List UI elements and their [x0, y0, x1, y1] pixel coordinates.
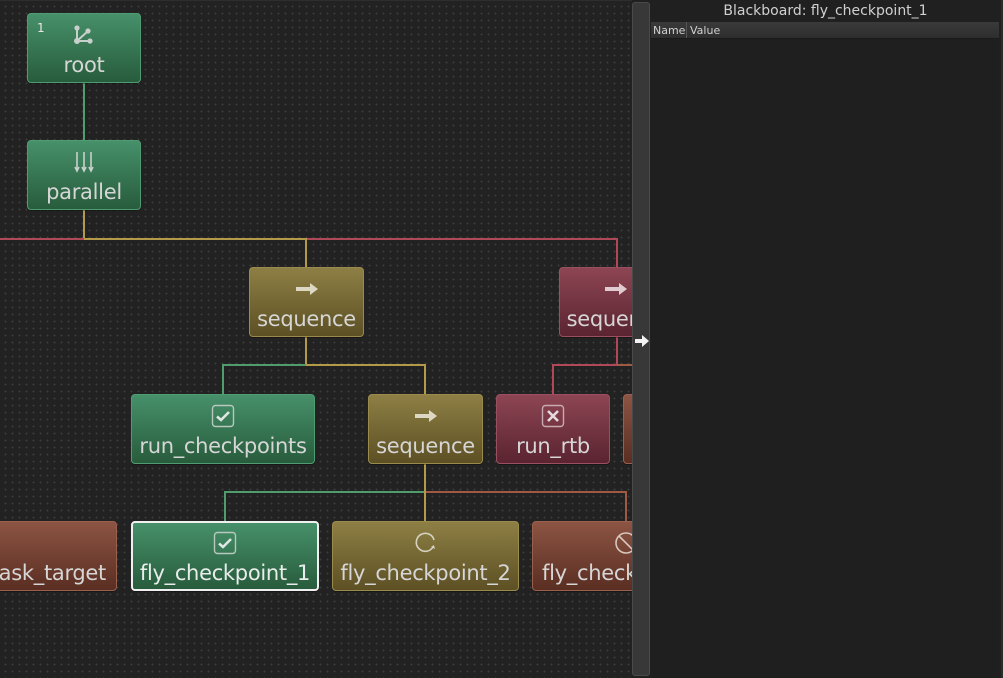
node-label: sequence: [257, 307, 356, 331]
prohibited-icon: [614, 532, 632, 554]
wire-parallel-seq1: [84, 238, 307, 240]
wire-parallel-seq2: [307, 238, 618, 240]
wire-seq2-partial: [617, 364, 632, 366]
node-fly-checkpoint-2[interactable]: fly_checkpoint_2: [332, 521, 519, 591]
parallel-arrows-icon: [74, 152, 94, 173]
wire-seq2-runrtb: [552, 364, 618, 366]
node-index-badge: 1: [37, 21, 45, 35]
node-run-checkpoints[interactable]: run_checkpoints: [131, 394, 315, 464]
checkbox-checked-icon: [211, 404, 235, 428]
wire-runrtb-up: [552, 364, 554, 394]
node-run-rtb[interactable]: run_rtb: [496, 394, 610, 464]
checkbox-checked-icon: [213, 531, 237, 555]
node-root[interactable]: 1 root: [27, 13, 141, 83]
column-header-name[interactable]: Name: [651, 22, 687, 38]
wire-seq3-down: [424, 464, 426, 493]
node-label: run_checkpoints: [139, 434, 307, 458]
arrow-right-icon: [295, 283, 318, 295]
node-label: run_rtb: [516, 434, 590, 458]
wire-fly2-up: [424, 491, 426, 521]
panel-splitter[interactable]: [632, 2, 650, 676]
wire-seq3-fly3: [425, 491, 627, 493]
node-sequence[interactable]: sequence: [559, 267, 632, 337]
behavior-tree-canvas[interactable]: 1 root parallel sequence seque run_check…: [0, 0, 632, 678]
wire-seq1-up: [305, 238, 307, 267]
table-header: Name Value: [651, 22, 999, 39]
wire-fly3-up: [625, 491, 627, 521]
wire-runcp-up: [222, 364, 224, 394]
table-body: [651, 39, 999, 678]
blackboard-panel: Blackboard: fly_checkpoint_1 Name Value: [650, 0, 1003, 678]
wire-parallel-down: [83, 210, 85, 240]
wire-seq3-fly1: [224, 491, 426, 493]
arrow-right-icon: [605, 283, 627, 295]
node-parallel[interactable]: parallel: [27, 140, 141, 210]
node-fly-checkpoint-1[interactable]: fly_checkpoint_1: [131, 521, 319, 591]
wire-seq3-up: [424, 364, 426, 394]
node-sequence[interactable]: sequence: [249, 267, 364, 337]
node-fly-checkpoint-3[interactable]: fly_check: [532, 521, 632, 591]
panel-title: Blackboard: fly_checkpoint_1: [723, 3, 928, 19]
wire-fly1-up: [224, 491, 226, 521]
column-header-value[interactable]: Value: [687, 22, 999, 38]
node-label: root: [63, 53, 105, 77]
node-label: fly_checkpoint_1: [139, 561, 311, 585]
wire-seq1-runcp: [222, 364, 307, 366]
checkbox-x-icon: [541, 404, 565, 428]
node-partial[interactable]: [623, 394, 632, 464]
arrow-right-icon[interactable]: [634, 333, 650, 349]
wire-seq2-up: [616, 238, 618, 267]
node-label: fly_check: [542, 561, 632, 585]
node-task-target[interactable]: task_target: [0, 521, 117, 591]
node-label: sequence: [566, 307, 632, 331]
node-label: fly_checkpoint_2: [340, 561, 511, 585]
root-icon: [74, 25, 93, 44]
running-circle-icon: [415, 532, 435, 553]
arrow-right-icon: [414, 410, 437, 422]
node-sequence[interactable]: sequence: [368, 394, 483, 464]
blackboard-table[interactable]: Name Value: [651, 22, 999, 678]
node-label: parallel: [46, 180, 122, 204]
node-label: task_target: [0, 561, 106, 585]
wire-seq1-seq3: [306, 364, 426, 366]
wire-parallel-left: [0, 238, 84, 240]
wire-seq1-down: [305, 337, 307, 366]
wire-root-parallel: [83, 83, 85, 140]
node-label: sequence: [376, 434, 475, 458]
wire-seq2-down: [616, 337, 618, 366]
